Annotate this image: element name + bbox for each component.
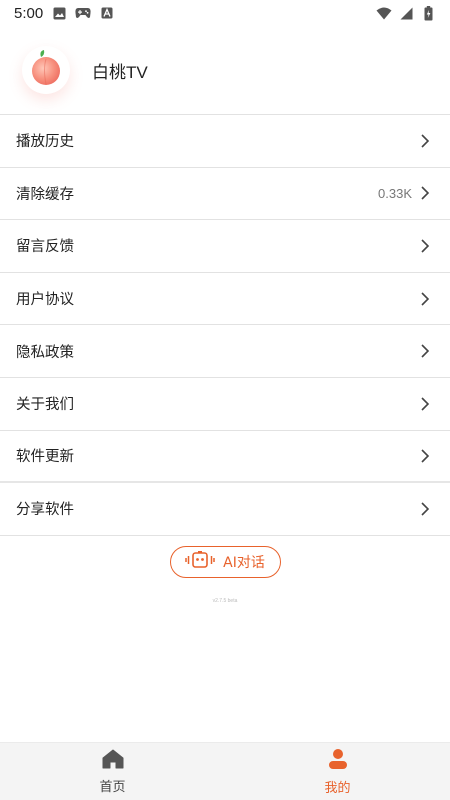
chevron-right-icon (420, 448, 430, 464)
status-bar: 5:00 (0, 0, 450, 26)
chevron-right-icon (420, 238, 430, 254)
app-logo (22, 46, 70, 94)
profile-header: 白桃TV (0, 26, 450, 114)
chevron-right-icon (420, 396, 430, 412)
user-icon (327, 748, 349, 774)
menu-item-right (420, 133, 430, 149)
menu-item-right: 0.33K (378, 185, 430, 201)
menu-item-label: 用户协议 (16, 292, 74, 309)
menu-item-label: 留言反馈 (16, 239, 74, 256)
version-text: v2.7.5 beta (212, 598, 238, 604)
status-left: 5:00 (14, 5, 115, 22)
gamepad-icon (75, 5, 91, 21)
menu-item-right (420, 291, 430, 307)
menu-item-right (420, 238, 430, 254)
status-time: 5:00 (14, 4, 44, 22)
menu-item-right (420, 396, 430, 412)
menu-item-right (420, 501, 430, 517)
battery-icon (420, 5, 436, 21)
menu-item-share-app[interactable]: 分享软件 (0, 483, 450, 536)
wifi-icon (376, 5, 392, 21)
chevron-right-icon (420, 133, 430, 149)
robot-icon (185, 551, 215, 573)
font-icon (99, 5, 115, 21)
peach-icon (29, 49, 63, 91)
bottom-nav: 首页 我的 (0, 742, 450, 800)
nav-item-home[interactable]: 首页 (0, 743, 225, 800)
menu-item-label: 清除缓存 (16, 186, 74, 203)
cache-size-value: 0.33K (378, 185, 412, 201)
menu-item-play-history[interactable]: 播放历史 (0, 115, 450, 168)
chevron-right-icon (420, 501, 430, 517)
chevron-right-icon (420, 185, 430, 201)
app-name: 白桃TV (92, 62, 148, 82)
menu-item-right (420, 448, 430, 464)
ai-chat-label: AI对话 (223, 555, 265, 571)
menu-item-software-update[interactable]: 软件更新 (0, 431, 450, 484)
home-icon (102, 749, 124, 773)
nav-item-label: 首页 (99, 779, 126, 795)
menu-item-clear-cache[interactable]: 清除缓存 0.33K (0, 168, 450, 221)
chevron-right-icon (420, 291, 430, 307)
status-right (376, 5, 436, 21)
image-icon (51, 5, 67, 21)
settings-menu: 播放历史 清除缓存 0.33K 留言反馈 用户协议 隐私政策 关于我们 软件更新… (0, 114, 450, 536)
nav-item-label: 我的 (324, 780, 351, 796)
menu-item-about-us[interactable]: 关于我们 (0, 378, 450, 431)
profile-screen: 5:00 白桃TV 播放历史 清除缓存 0.33K 留言反馈 用户协议 隐私政策… (0, 0, 450, 800)
menu-item-right (420, 343, 430, 359)
menu-item-label: 播放历史 (16, 134, 74, 151)
menu-item-label: 关于我们 (16, 397, 74, 414)
menu-item-label: 分享软件 (16, 502, 74, 519)
ai-chat-button[interactable]: AI对话 (169, 546, 281, 578)
menu-item-feedback[interactable]: 留言反馈 (0, 220, 450, 273)
menu-item-label: 隐私政策 (16, 344, 74, 361)
menu-item-privacy-policy[interactable]: 隐私政策 (0, 325, 450, 378)
menu-item-label: 软件更新 (16, 449, 74, 466)
signal-icon (398, 5, 414, 21)
nav-item-mine[interactable]: 我的 (225, 743, 450, 800)
menu-item-user-agreement[interactable]: 用户协议 (0, 273, 450, 326)
chevron-right-icon (420, 343, 430, 359)
ai-button-wrap: AI对话 (0, 546, 450, 578)
